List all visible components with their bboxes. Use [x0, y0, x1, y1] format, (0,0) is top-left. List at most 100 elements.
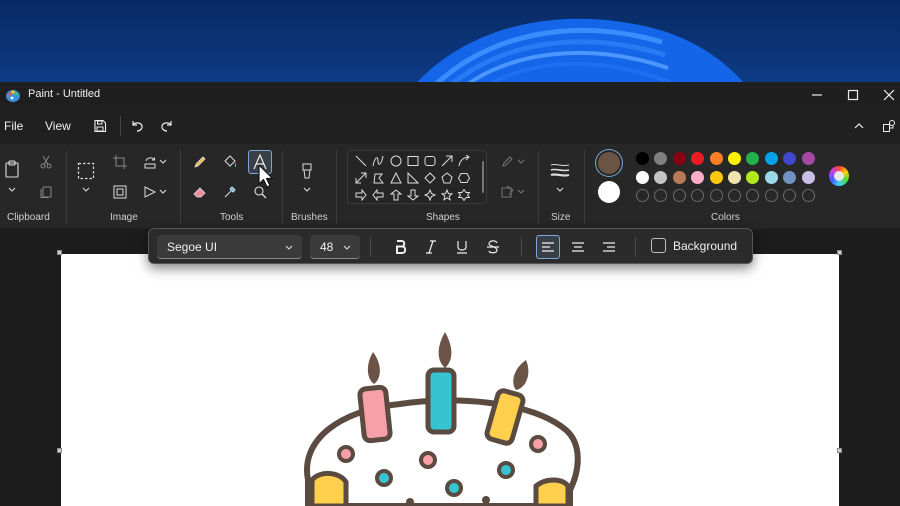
- custom-color-slot[interactable]: [746, 189, 760, 202]
- color-2-swatch[interactable]: [598, 181, 620, 203]
- background-checkbox[interactable]: [651, 238, 666, 253]
- shape-outline-button[interactable]: [498, 152, 518, 172]
- color-swatch[interactable]: [801, 170, 815, 184]
- canvas-resize-handle[interactable]: [57, 448, 62, 453]
- collapse-ribbon-button[interactable]: [849, 116, 869, 136]
- paste-button[interactable]: [2, 158, 22, 180]
- close-button[interactable]: [878, 84, 900, 106]
- canvas-resize-handle[interactable]: [837, 250, 842, 255]
- canvas-resize-handle[interactable]: [837, 448, 842, 453]
- align-right-button[interactable]: [599, 237, 619, 257]
- shape-curved-arrow[interactable]: [456, 153, 472, 169]
- cut-button[interactable]: [36, 152, 56, 172]
- redo-button[interactable]: [157, 116, 177, 136]
- share-button[interactable]: [879, 116, 899, 136]
- shape-polygon[interactable]: [370, 170, 386, 186]
- color-swatch[interactable]: [746, 152, 760, 165]
- canvas-resize-handle[interactable]: [57, 250, 62, 255]
- shape-arrow-diagonal[interactable]: [439, 153, 455, 169]
- color-swatch[interactable]: [801, 152, 815, 165]
- rotate-dropdown[interactable]: [158, 157, 168, 167]
- shape-fill-button[interactable]: [498, 182, 518, 202]
- flip-button[interactable]: [140, 182, 160, 202]
- edit-colors-button[interactable]: [829, 166, 849, 186]
- shape-down-arrow[interactable]: [405, 187, 421, 203]
- shape-curve[interactable]: [370, 153, 386, 169]
- custom-color-slot[interactable]: [764, 189, 778, 202]
- shape-rounded-rectangle[interactable]: [422, 153, 438, 169]
- size-dropdown[interactable]: [555, 185, 565, 195]
- shape-outline-dropdown[interactable]: [516, 157, 526, 167]
- paste-dropdown[interactable]: [7, 185, 17, 195]
- font-family-dropdown[interactable]: Segoe UI: [157, 235, 302, 259]
- resize-button[interactable]: [110, 182, 130, 202]
- shape-right-triangle[interactable]: [405, 170, 421, 186]
- shape-right-arrow[interactable]: [353, 187, 369, 203]
- italic-button[interactable]: [421, 237, 441, 257]
- color-swatch[interactable]: [709, 170, 723, 184]
- shape-diamond[interactable]: [422, 170, 438, 186]
- custom-color-slot[interactable]: [709, 189, 723, 202]
- color-swatch[interactable]: [636, 152, 649, 165]
- shape-line[interactable]: [353, 153, 369, 169]
- shape-six-point-star[interactable]: [456, 187, 472, 203]
- align-center-button[interactable]: [568, 237, 588, 257]
- color-swatch[interactable]: [691, 170, 705, 184]
- minimize-button[interactable]: [806, 84, 828, 106]
- custom-color-slot[interactable]: [672, 189, 686, 202]
- flip-dropdown[interactable]: [158, 187, 168, 197]
- brushes-button[interactable]: [297, 160, 317, 184]
- color-swatch[interactable]: [636, 170, 649, 184]
- color-1-swatch[interactable]: [598, 152, 620, 174]
- custom-color-slot[interactable]: [783, 189, 797, 202]
- select-dropdown[interactable]: [81, 185, 91, 195]
- custom-color-slot[interactable]: [801, 189, 815, 202]
- color-swatch[interactable]: [672, 152, 686, 165]
- pencil-tool[interactable]: [190, 152, 210, 172]
- underline-button[interactable]: [452, 237, 472, 257]
- color-swatch[interactable]: [709, 152, 723, 165]
- shape-up-arrow[interactable]: [388, 187, 404, 203]
- shape-left-arrow[interactable]: [370, 187, 386, 203]
- custom-color-slot[interactable]: [636, 189, 649, 202]
- color-swatch[interactable]: [654, 152, 668, 165]
- select-button[interactable]: [75, 160, 97, 182]
- shape-pentagon[interactable]: [439, 170, 455, 186]
- maximize-button[interactable]: [842, 84, 864, 106]
- color-swatch[interactable]: [654, 170, 668, 184]
- color-swatch[interactable]: [783, 152, 797, 165]
- copy-button[interactable]: [36, 182, 56, 202]
- color-swatch[interactable]: [764, 152, 778, 165]
- custom-color-slot[interactable]: [654, 189, 668, 202]
- color-swatch[interactable]: [746, 170, 760, 184]
- color-swatch[interactable]: [728, 170, 741, 184]
- color-swatch[interactable]: [728, 152, 741, 165]
- color-swatch[interactable]: [783, 170, 797, 184]
- shape-triangle[interactable]: [388, 170, 404, 186]
- save-button[interactable]: [90, 116, 110, 136]
- menu-file[interactable]: File: [4, 119, 23, 133]
- bold-button[interactable]: [391, 237, 411, 257]
- shape-five-point-star[interactable]: [439, 187, 455, 203]
- shapes-scrollbar[interactable]: [482, 161, 484, 193]
- shape-oval[interactable]: [388, 153, 404, 169]
- shape-double-arrow[interactable]: [353, 170, 369, 186]
- undo-button[interactable]: [127, 116, 147, 136]
- color-swatch[interactable]: [764, 170, 778, 184]
- size-button[interactable]: [548, 160, 572, 180]
- fill-tool[interactable]: [220, 152, 240, 172]
- shape-four-point-star[interactable]: [422, 187, 438, 203]
- shape-fill-dropdown[interactable]: [516, 187, 526, 197]
- shape-rectangle[interactable]: [405, 153, 421, 169]
- crop-button[interactable]: [110, 152, 130, 172]
- shape-hexagon[interactable]: [456, 170, 472, 186]
- color-picker-tool[interactable]: [220, 182, 240, 202]
- strikethrough-button[interactable]: [483, 237, 503, 257]
- brushes-dropdown[interactable]: [302, 185, 312, 195]
- menu-view[interactable]: View: [45, 119, 71, 133]
- color-swatch[interactable]: [691, 152, 705, 165]
- align-left-button[interactable]: [536, 235, 560, 259]
- custom-color-slot[interactable]: [728, 189, 741, 202]
- font-size-dropdown[interactable]: 48: [310, 235, 360, 259]
- rotate-button[interactable]: [140, 152, 160, 172]
